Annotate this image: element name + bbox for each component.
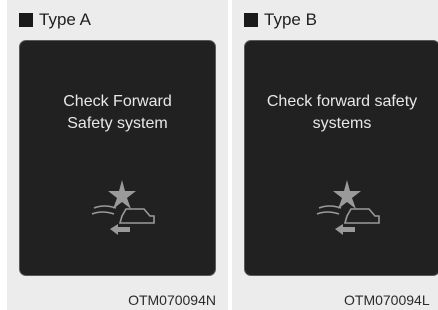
square-bullet-icon <box>244 13 258 27</box>
type-b-title: Type B <box>264 10 317 29</box>
type-a-title: Type A <box>39 10 91 29</box>
type-b-panel: Type B Check forward safety systems OTM0… <box>232 0 438 310</box>
type-b-warning-message: Check forward safety systems <box>266 93 418 132</box>
type-b-display-screen: Check forward safety systems <box>244 40 438 276</box>
type-b-heading: Type B <box>244 10 317 30</box>
forward-collision-warning-icon <box>316 180 380 235</box>
type-a-display-screen: Check Forward Safety system <box>19 40 216 276</box>
type-a-warning-message: Check Forward Safety system <box>63 93 172 132</box>
type-a-heading: Type A <box>19 10 91 30</box>
type-a-figure-code: OTM070094N <box>128 292 216 308</box>
type-b-figure-code: OTM070094L <box>344 292 430 308</box>
type-a-panel: Type A Check Forward Safety system OTM07… <box>7 0 228 310</box>
square-bullet-icon <box>19 13 33 27</box>
forward-collision-warning-icon <box>91 180 155 235</box>
